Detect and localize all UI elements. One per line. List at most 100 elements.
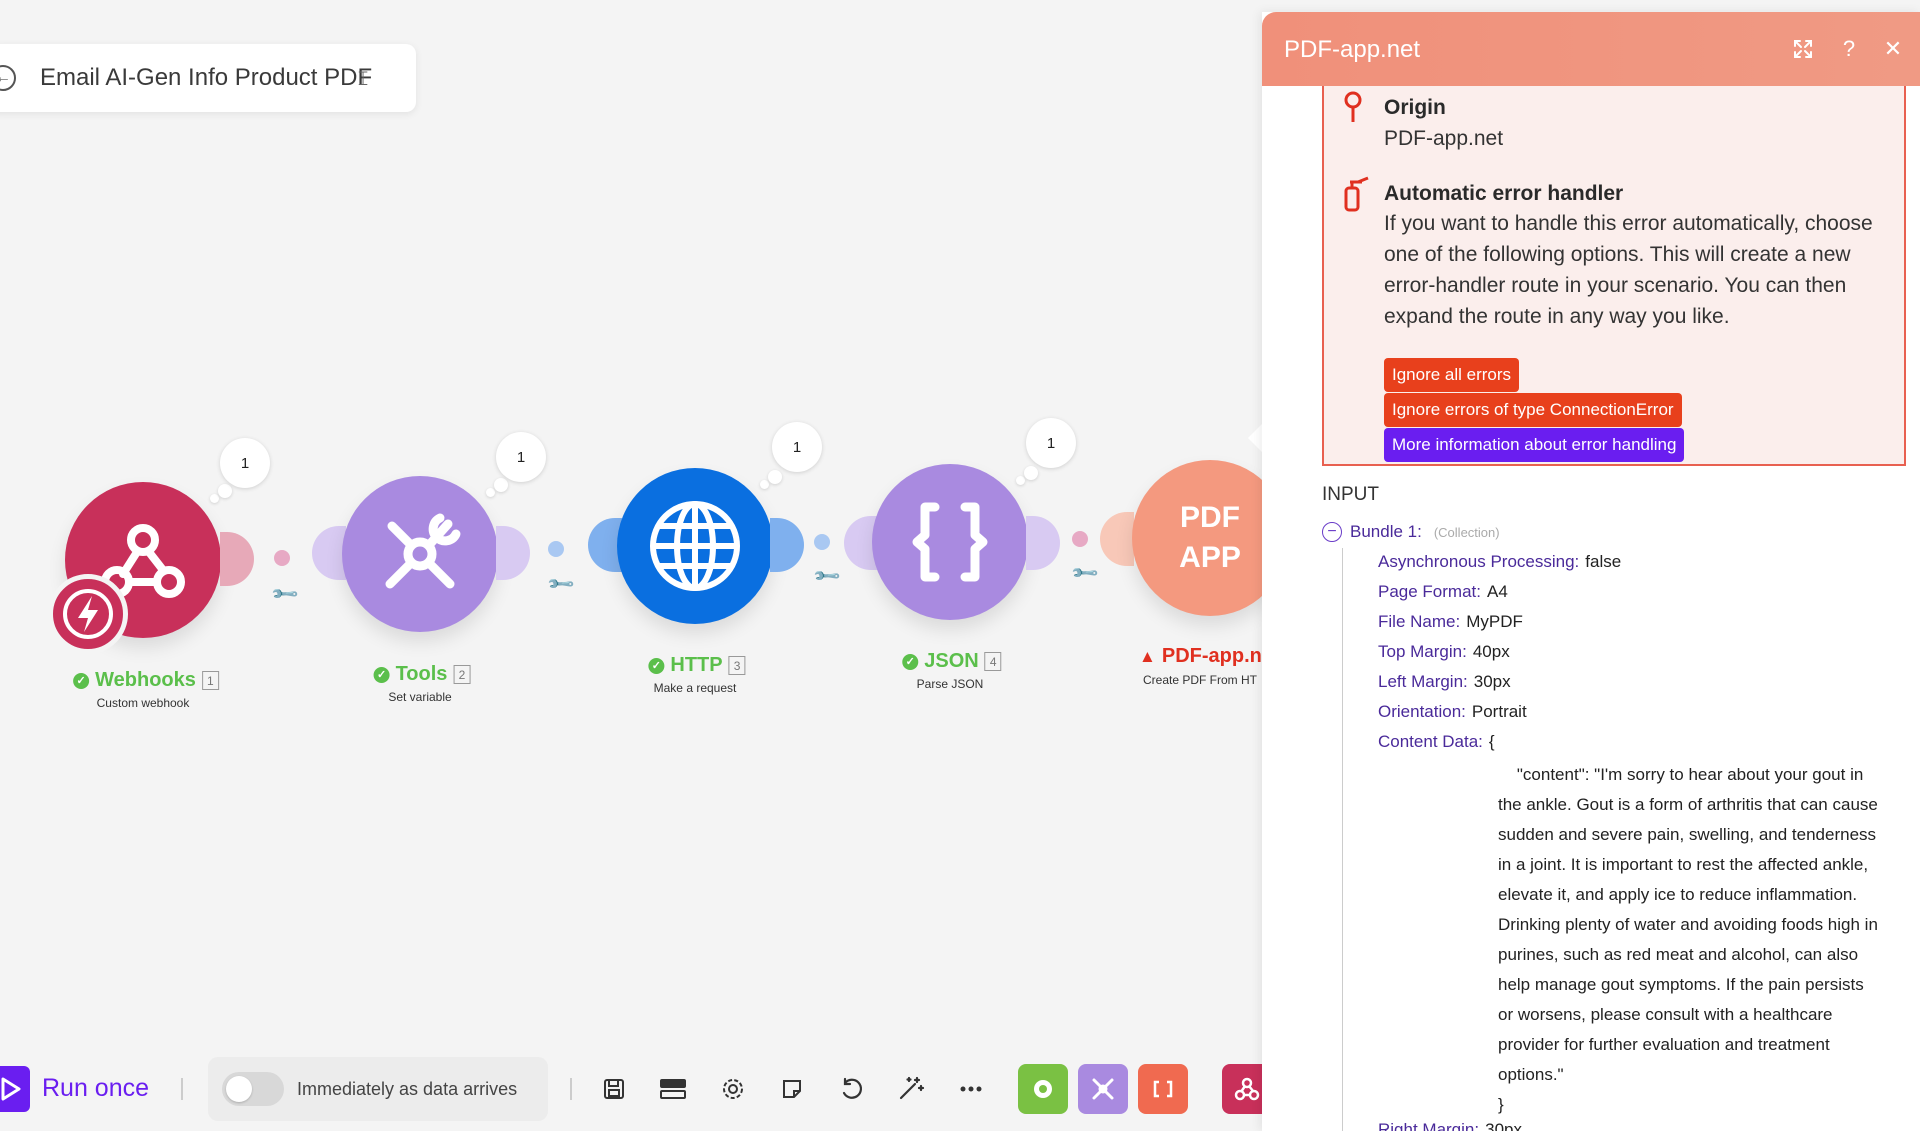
bubble-tail [494,478,508,492]
module-tools-connector-in[interactable] [312,526,346,580]
module-number: 2 [453,665,471,684]
check-icon: ✓ [73,672,90,689]
panel-header: PDF-app.net ? ✕ [1262,12,1920,86]
webhook-icon [1234,1077,1260,1101]
error-details-box: Origin PDF-app.net Automatic error handl… [1322,86,1906,466]
module-subtitle: Create PDF From HT [1142,673,1258,687]
operations-bubble[interactable]: 1 [220,438,270,488]
pdf-app-logo-icon: PDF APP [1179,501,1241,574]
toolbar-divider [181,1078,183,1100]
collapse-icon[interactable]: − [1322,522,1342,542]
module-number: 3 [728,656,746,675]
run-once-label[interactable]: Run once [42,1074,149,1103]
route-dot[interactable] [1072,531,1088,547]
bundle-header[interactable]: − Bundle 1: (Collection) [1322,522,1500,542]
module-subtitle: Make a request [653,681,737,695]
run-once-button[interactable] [0,1066,30,1112]
input-section-title: INPUT [1322,484,1379,505]
back-arrow-icon[interactable]: ← [0,65,16,91]
location-pin-icon [1342,90,1364,131]
module-tools[interactable] [342,476,498,632]
module-http-connector-out[interactable] [770,518,804,572]
help-icon[interactable]: ? [1836,34,1862,64]
module-label: ✓ JSON 4 [902,650,1002,673]
input-field: Orientation: Portrait [1378,702,1527,721]
route-dot[interactable] [814,534,830,550]
schedule-toggle[interactable] [222,1072,284,1106]
module-pdf-connector-in[interactable] [1100,512,1134,566]
autoalign-icon[interactable] [656,1072,690,1106]
bubble-tail [486,488,495,497]
save-icon[interactable] [597,1072,631,1106]
module-tools-connector-out[interactable] [496,526,530,580]
tree-guide-line [1342,548,1343,1131]
module-detail-panel: PDF-app.net ? ✕ Origin PDF-app.net Autom… [1262,12,1920,1131]
close-icon[interactable]: ✕ [1880,34,1906,64]
webhook-trigger-badge [48,574,128,654]
route-wrench-icon[interactable]: 🔧 [1070,558,1101,589]
bubble-tail [210,494,219,503]
operations-bubble[interactable]: 1 [1026,418,1076,468]
module-label: ✓ Tools 2 [373,663,471,686]
braces-icon [912,502,988,582]
module-http[interactable] [617,468,773,624]
operations-bubble[interactable]: 1 [772,422,822,472]
gear-icon [1034,1080,1052,1098]
warning-icon: ▲ [1139,646,1156,666]
module-number: 4 [984,652,1002,671]
scenario-title[interactable]: Email AI-Gen Info Product PDF [40,64,372,92]
fire-extinguisher-icon [1340,176,1370,219]
input-field: Right Margin: 30px [1378,1120,1522,1131]
module-json-connector-out[interactable] [1026,516,1060,570]
check-icon: ✓ [902,653,919,670]
route-wrench-icon[interactable]: 🔧 [812,561,843,592]
route-wrench-icon[interactable]: 🔧 [546,569,577,600]
play-icon [1,1077,21,1101]
origin-title: Origin [1384,96,1446,119]
bubble-tail [1016,476,1025,485]
bundle-type: (Collection) [1433,524,1500,540]
bubble-tail [760,480,769,489]
module-subtitle: Set variable [388,690,452,704]
lightning-icon [63,589,113,639]
schedule-label: Immediately as data arrives [297,1079,518,1099]
scenario-title-bar[interactable]: ← Email AI-Gen Info Product PDF 𝙸 [0,44,416,112]
tools-x-app-button[interactable] [1078,1064,1128,1114]
module-label: ✓ Webhooks 1 [73,669,219,692]
notes-icon[interactable] [775,1072,809,1106]
module-webhooks-connector[interactable] [220,532,254,586]
ignore-connection-errors-button[interactable]: Ignore errors of type ConnectionError [1384,393,1682,427]
tools-icon [1092,1078,1114,1100]
bubble-tail [768,470,782,484]
toolbar-divider [570,1078,572,1100]
module-label: ▲ PDF-app.ne [1139,645,1273,668]
bubble-tail [218,484,232,498]
origin-value: PDF-app.net [1384,127,1504,150]
module-name: Webhooks [95,669,196,691]
json-app-button[interactable] [1138,1064,1188,1114]
ignore-all-errors-button[interactable]: Ignore all errors [1384,358,1520,392]
settings-icon[interactable] [716,1072,750,1106]
input-field: Content Data:{ [1378,732,1495,751]
content-data-value: "content": "I'm sorry to hear about your… [1498,765,1878,1114]
expand-icon[interactable] [1790,34,1816,64]
route-dot[interactable] [274,550,290,566]
route-dot[interactable] [548,541,564,557]
more-icon[interactable] [954,1072,988,1106]
tools-app-button[interactable] [1018,1064,1068,1114]
module-json[interactable] [872,464,1028,620]
input-field: Asynchronous Processing: false [1378,552,1622,571]
magic-wand-icon[interactable] [894,1072,928,1106]
tools-icon [385,513,461,589]
module-subtitle: Parse JSON [916,677,984,691]
undo-icon[interactable] [835,1072,869,1106]
error-handler-description: If you want to handle this error automat… [1384,212,1873,328]
module-number: 1 [201,671,219,690]
error-handling-info-button[interactable]: More information about error handling [1384,428,1685,462]
route-wrench-icon[interactable]: 🔧 [270,579,301,610]
brackets-icon [1153,1080,1173,1098]
module-name: PDF-app.ne [1161,645,1273,667]
module-name: JSON [924,650,979,672]
module-label: ✓ HTTP 3 [648,654,746,677]
operations-bubble[interactable]: 1 [496,432,546,482]
